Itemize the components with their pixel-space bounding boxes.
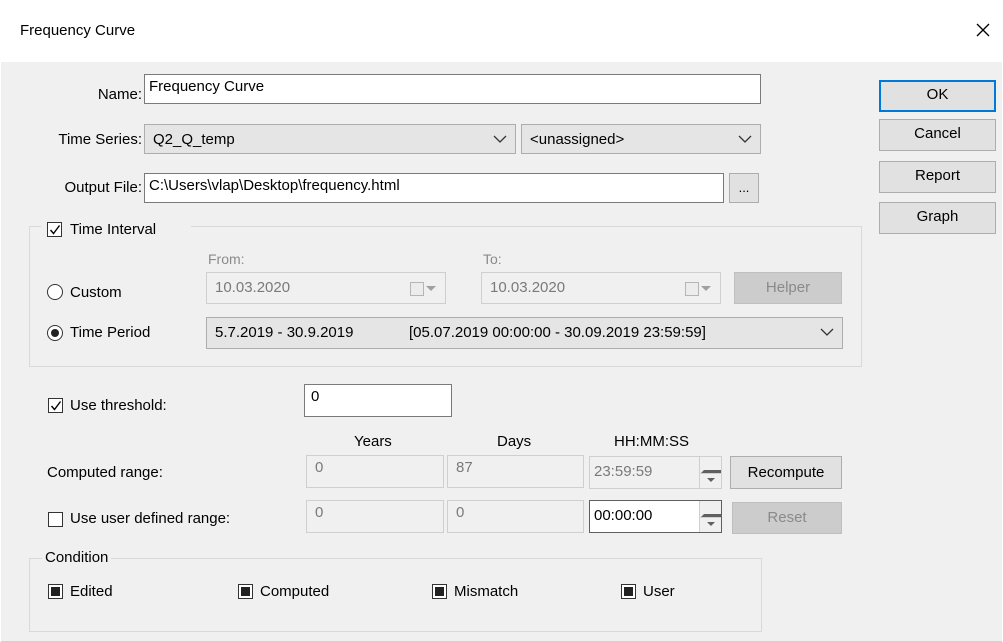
check-icon — [49, 225, 61, 235]
computed-label: Computed — [260, 583, 330, 600]
time-period-short: 5.7.2019 - 30.9.2019 — [215, 324, 354, 341]
indeterminate-mark — [241, 587, 250, 596]
arrow-down-icon — [707, 521, 715, 526]
computed-range-label: Computed range: — [47, 464, 163, 481]
close-button[interactable] — [966, 14, 1000, 48]
threshold-input[interactable]: 0 — [304, 384, 452, 417]
check-icon — [50, 401, 62, 411]
dialog-body: Name: Frequency Curve Time Series: Q2_Q_… — [1, 62, 1002, 642]
indeterminate-mark — [51, 587, 60, 596]
time-period-label: Time Period — [70, 324, 151, 341]
reset-button[interactable]: Reset — [732, 502, 842, 534]
close-icon — [976, 23, 990, 37]
output-file-label: Output File: — [64, 179, 142, 196]
spin-up-button[interactable] — [700, 501, 721, 518]
chevron-down-icon — [701, 286, 711, 291]
spin-down-button — [700, 472, 721, 488]
report-button[interactable]: Report — [879, 161, 996, 193]
days-header: Days — [497, 433, 532, 450]
spin-down-button[interactable] — [700, 516, 721, 532]
time-period-select[interactable]: 5.7.2019 - 30.9.2019 [05.07.2019 00:00:0… — [206, 317, 843, 349]
name-input[interactable]: Frequency Curve — [144, 74, 761, 104]
chevron-down-icon — [426, 286, 436, 291]
user-range-label: Use user defined range: — [70, 510, 231, 527]
calendar-icon — [685, 282, 699, 296]
indeterminate-mark — [435, 587, 444, 596]
chevron-down-icon — [493, 135, 507, 143]
to-date-picker[interactable]: 10.03.2020 — [481, 272, 721, 304]
user-years-field[interactable]: 0 — [306, 500, 444, 533]
window-title: Frequency Curve — [20, 22, 136, 39]
arrow-down-icon — [707, 477, 715, 482]
time-interval-checkbox[interactable] — [47, 222, 62, 237]
edited-checkbox[interactable] — [48, 584, 63, 599]
calendar-icon — [410, 282, 424, 296]
frequency-curve-dialog: Frequency Curve Name: Frequency Curve Ti… — [0, 0, 1003, 642]
from-date-value: 10.03.2020 — [215, 279, 291, 296]
computed-days-field: 87 — [447, 455, 584, 488]
user-hms-value: 00:00:00 — [594, 507, 653, 524]
edited-label: Edited — [70, 583, 113, 600]
time-interval-label: Time Interval — [70, 221, 157, 238]
computed-hms-value: 23:59:59 — [594, 463, 653, 480]
custom-label: Custom — [70, 284, 122, 301]
chevron-down-icon — [820, 328, 834, 336]
time-interval-header: Time Interval — [41, 220, 191, 240]
from-date-picker[interactable]: 10.03.2020 — [206, 272, 446, 304]
indeterminate-mark — [624, 587, 633, 596]
name-label: Name: — [97, 86, 142, 103]
radio-selected-dot — [51, 329, 59, 337]
computed-years-field: 0 — [306, 455, 444, 488]
years-header: Years — [354, 433, 392, 450]
helper-button[interactable]: Helper — [734, 272, 842, 304]
user-hms-spinner[interactable] — [699, 501, 721, 532]
browse-button[interactable]: ... — [729, 173, 759, 203]
user-label: User — [643, 583, 675, 600]
computed-checkbox[interactable] — [238, 584, 253, 599]
computed-hms-field: 23:59:59 — [589, 456, 722, 489]
user-checkbox[interactable] — [621, 584, 636, 599]
time-period-long: [05.07.2019 00:00:00 - 30.09.2019 23:59:… — [409, 324, 706, 341]
graph-button[interactable]: Graph — [879, 202, 996, 234]
timeseries-select[interactable]: Q2_Q_temp — [144, 124, 516, 154]
output-file-input[interactable]: C:\Users\vlap\Desktop\frequency.html — [144, 173, 724, 203]
user-days-field[interactable]: 0 — [447, 500, 584, 533]
use-threshold-label: Use threshold: — [70, 397, 167, 414]
user-range-checkbox[interactable] — [48, 512, 63, 527]
timeseries-second-value: <unassigned> — [530, 131, 625, 148]
cancel-button[interactable]: Cancel — [879, 119, 996, 151]
chevron-down-icon — [738, 135, 752, 143]
mismatch-label: Mismatch — [454, 583, 519, 600]
computed-hms-spinner — [699, 457, 721, 488]
to-date-value: 10.03.2020 — [490, 279, 566, 296]
user-hms-field[interactable]: 00:00:00 — [589, 500, 722, 533]
ok-button[interactable]: OK — [879, 80, 996, 112]
timeseries-label: Time Series: — [58, 131, 142, 148]
hms-header: HH:MM:SS — [614, 433, 689, 450]
to-label: To: — [483, 251, 502, 267]
recompute-button[interactable]: Recompute — [730, 456, 842, 489]
timeseries-second-select[interactable]: <unassigned> — [521, 124, 761, 154]
condition-label: Condition — [42, 549, 112, 566]
time-period-radio[interactable] — [47, 325, 63, 341]
timeseries-select-value: Q2_Q_temp — [153, 131, 235, 148]
spin-up-button — [700, 457, 721, 474]
from-label: From: — [208, 251, 245, 267]
custom-radio[interactable] — [47, 284, 63, 300]
mismatch-checkbox[interactable] — [432, 584, 447, 599]
use-threshold-checkbox[interactable] — [48, 398, 63, 413]
title-bar: Frequency Curve — [0, 0, 1003, 62]
